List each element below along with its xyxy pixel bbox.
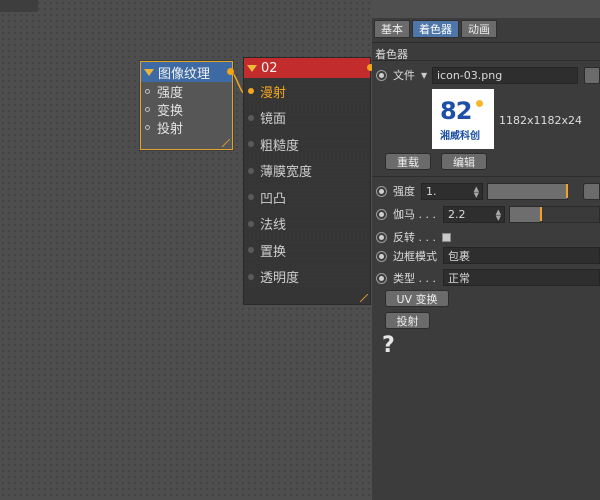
input-port-icon[interactable] <box>248 194 254 201</box>
strength-row: 强度 <box>376 183 415 199</box>
logo-dot-icon <box>476 100 483 107</box>
texture-preview: 82 湘威科创 <box>432 89 494 149</box>
border-mode-select[interactable]: 包裹 <box>443 247 600 264</box>
input-port-icon[interactable] <box>248 220 254 227</box>
file-label: 文件 <box>393 69 415 82</box>
strength-input[interactable]: 1. ▲ ▼ <box>421 183 483 200</box>
keyframe-radio-icon[interactable] <box>376 272 387 284</box>
input-port-icon[interactable] <box>248 114 254 121</box>
type-label: 类型 . . . <box>393 272 436 285</box>
material-input-label: 镜面 <box>260 112 287 128</box>
preview-logo-text: 湘威科创 <box>440 131 480 142</box>
material-input-label: 漫射 <box>260 85 287 101</box>
keyframe-radio-icon[interactable] <box>376 69 387 81</box>
uv-transform-button[interactable]: UV 变换 <box>385 290 449 307</box>
collapse-triangle-icon[interactable] <box>247 64 257 72</box>
input-port-icon[interactable] <box>145 88 150 94</box>
node-input-label: 投射 <box>157 121 184 137</box>
material-input-label: 粗糙度 <box>260 138 300 154</box>
image-info: 1182x1182x24 <box>499 114 583 127</box>
material-input-film-width[interactable]: 薄膜宽度 <box>244 157 370 184</box>
invert-label: 反转 . . . <box>393 231 436 244</box>
reload-button[interactable]: 重载 <box>385 153 431 170</box>
dropdown-arrow-icon[interactable]: ▼ <box>421 71 427 80</box>
divider <box>372 42 600 43</box>
tab-animation[interactable]: 动画 <box>461 20 497 38</box>
material-node-title: 02 <box>261 60 278 76</box>
file-path-field[interactable]: icon-03.png <box>432 67 578 84</box>
extra-button[interactable] <box>583 183 600 200</box>
keyframe-radio-icon[interactable] <box>376 185 387 197</box>
input-port-icon[interactable] <box>145 124 150 130</box>
keyframe-radio-icon[interactable] <box>376 208 387 220</box>
input-port-icon[interactable] <box>248 167 254 174</box>
material-input-normal[interactable]: 法线 <box>244 210 370 237</box>
material-node-header[interactable]: 02 <box>244 58 374 78</box>
spinner-arrows-icon[interactable]: ▲ ▼ <box>496 208 501 221</box>
material-input-displacement[interactable]: 置换 <box>244 237 370 264</box>
image-texture-node[interactable]: 图像纹理 强度 变换 投射 <box>140 61 234 150</box>
material-input-label: 凹凸 <box>260 191 287 207</box>
material-input-label: 置换 <box>260 244 287 260</box>
file-row: 文件 ▼ <box>376 67 427 83</box>
material-input-diffuse[interactable]: 漫射 <box>244 78 370 105</box>
node-input-row[interactable]: 变换 <box>141 100 232 119</box>
strength-slider[interactable] <box>487 183 568 200</box>
browse-button[interactable] <box>584 67 600 84</box>
material-input-roughness[interactable]: 粗糙度 <box>244 131 370 158</box>
gamma-input[interactable]: 2.2 ▲ ▼ <box>443 206 505 223</box>
input-port-icon[interactable] <box>248 141 254 148</box>
gamma-label: 伽马 . . . <box>393 208 436 221</box>
node-input-label: 强度 <box>157 85 184 101</box>
border-mode-row: 边框模式 <box>376 248 437 264</box>
material-input-bump[interactable]: 凹凸 <box>244 184 370 211</box>
input-port-icon[interactable] <box>145 106 150 112</box>
input-port-icon[interactable] <box>248 247 254 254</box>
image-texture-node-header[interactable]: 图像纹理 <box>141 62 234 82</box>
strength-label: 强度 <box>393 185 415 198</box>
projection-button[interactable]: 投射 <box>385 312 430 329</box>
node-input-label: 变换 <box>157 103 184 119</box>
divider <box>372 176 600 177</box>
divider <box>372 60 600 61</box>
material-input-opacity[interactable]: 透明度 <box>244 263 370 290</box>
tab-shader[interactable]: 着色器 <box>412 20 459 38</box>
material-input-label: 法线 <box>260 218 287 234</box>
slider-knob[interactable] <box>566 184 568 198</box>
edit-button[interactable]: 编辑 <box>441 153 487 170</box>
spinner-arrows-icon[interactable]: ▲ ▼ <box>474 185 479 198</box>
resize-handle-icon[interactable] <box>360 294 368 302</box>
input-port-icon[interactable] <box>248 88 254 95</box>
type-select[interactable]: 正常 <box>443 269 600 286</box>
keyframe-radio-icon[interactable] <box>376 231 387 243</box>
gamma-value: 2.2 <box>448 208 466 221</box>
top-strip <box>0 0 38 12</box>
collapse-triangle-icon[interactable] <box>144 68 154 76</box>
output-port[interactable] <box>227 68 234 75</box>
gamma-slider[interactable] <box>509 206 600 223</box>
preview-logo-number: 82 <box>440 97 472 125</box>
type-row: 类型 . . . <box>376 270 436 286</box>
image-texture-node-title: 图像纹理 <box>158 66 211 82</box>
tab-basic[interactable]: 基本 <box>374 20 410 38</box>
slider-knob[interactable] <box>540 207 542 221</box>
invert-checkbox[interactable] <box>441 232 451 242</box>
border-mode-label: 边框模式 <box>393 250 437 263</box>
strength-value: 1. <box>426 185 437 198</box>
keyframe-radio-icon[interactable] <box>376 250 387 262</box>
help-icon[interactable]: ? <box>382 333 395 358</box>
node-input-row[interactable]: 强度 <box>141 82 232 101</box>
gamma-slider-fill <box>510 207 540 222</box>
resize-handle-icon[interactable] <box>222 139 230 147</box>
invert-row: 反转 . . . <box>376 229 451 245</box>
material-input-label: 薄膜宽度 <box>260 165 313 181</box>
panel-tabs: 基本 着色器 动画 <box>372 18 497 38</box>
gamma-row: 伽马 . . . <box>376 206 436 222</box>
node-input-row[interactable]: 投射 <box>141 118 232 137</box>
input-port-icon[interactable] <box>248 273 254 280</box>
material-input-specular[interactable]: 镜面 <box>244 104 370 131</box>
material-node[interactable]: 02 漫射 镜面 粗糙度 薄膜宽度 凹凸 法线 置换 透明度 <box>243 57 374 305</box>
material-input-label: 透明度 <box>260 271 300 287</box>
